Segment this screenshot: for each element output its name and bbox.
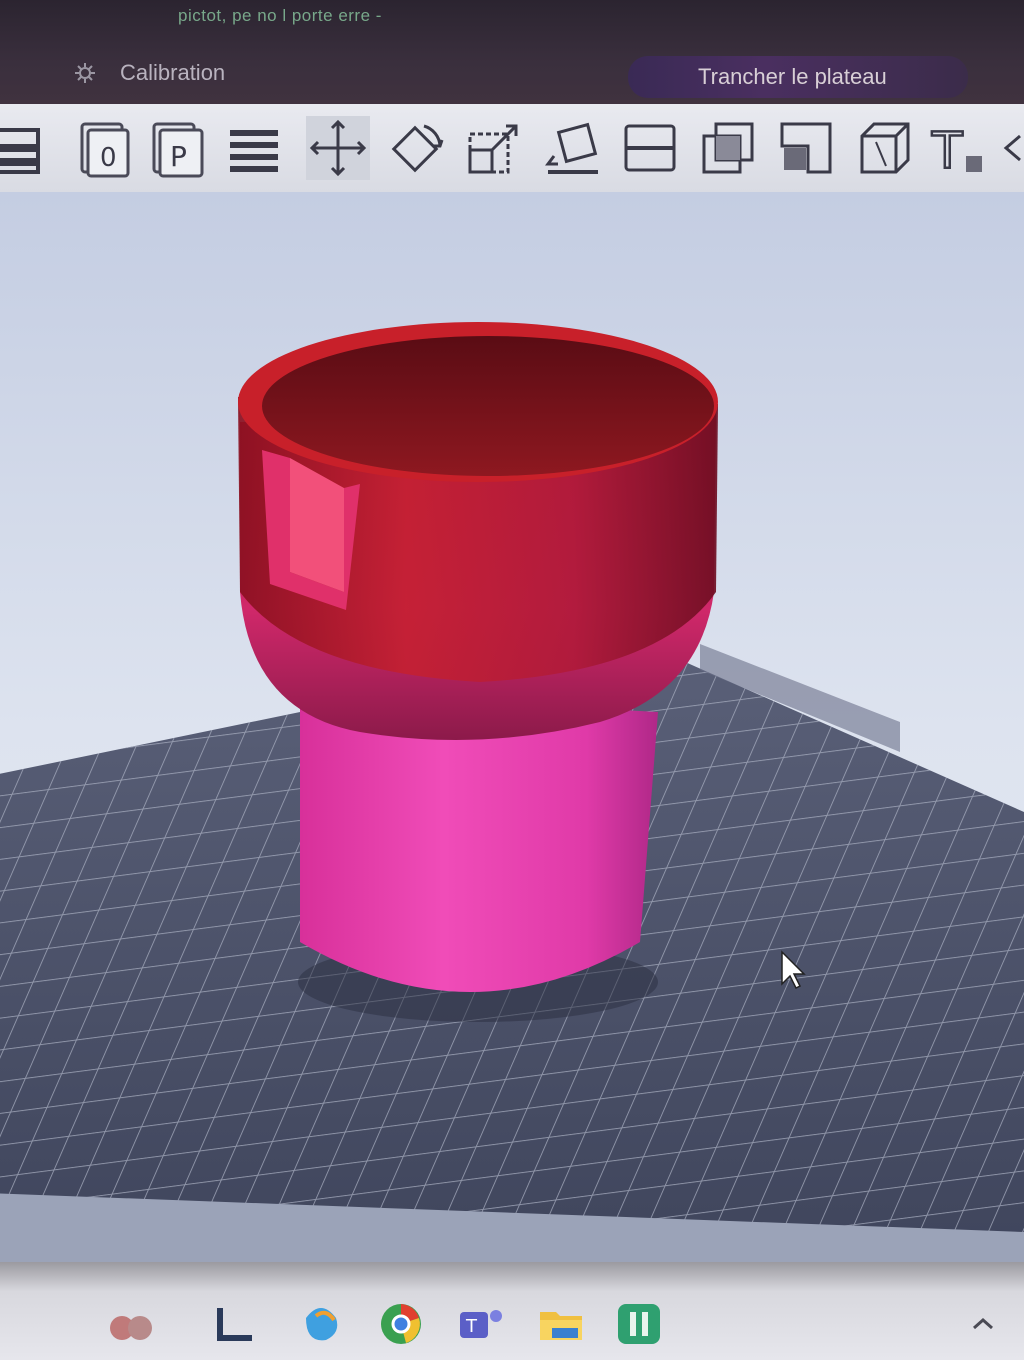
copilot-icon[interactable]: [296, 1298, 346, 1348]
teams-icon[interactable]: T: [456, 1298, 506, 1348]
svg-text:0: 0: [100, 143, 117, 173]
object-list-icon[interactable]: 0: [72, 116, 136, 180]
chevron-up-icon[interactable]: [968, 1298, 998, 1348]
support-paint-icon[interactable]: [774, 116, 838, 180]
scene-canvas: [0, 192, 1024, 1262]
title-bar: pictot, pe no l porte erre - Calibration…: [0, 0, 1024, 104]
window-title: pictot, pe no l porte erre -: [178, 6, 382, 25]
svg-text:P: P: [170, 140, 187, 173]
arrange-icon[interactable]: [0, 116, 54, 180]
slice-plate-button[interactable]: Trancher le plateau: [628, 56, 968, 98]
calibration-tab[interactable]: Calibration: [120, 60, 225, 86]
cut-icon[interactable]: [618, 116, 682, 180]
gear-icon[interactable]: [74, 62, 96, 84]
lay-on-face-icon[interactable]: [540, 116, 604, 180]
svg-text:T: T: [931, 122, 963, 180]
chrome-icon[interactable]: [376, 1298, 426, 1348]
plate-icon[interactable]: P: [146, 116, 210, 180]
widgets-icon[interactable]: [106, 1298, 156, 1348]
text-icon[interactable]: T: [928, 116, 992, 181]
file-explorer-icon[interactable]: [536, 1298, 586, 1348]
more-tools-icon[interactable]: [1000, 116, 1024, 180]
boolean-icon[interactable]: [696, 116, 760, 180]
rotate-icon[interactable]: [384, 116, 448, 180]
seam-paint-icon[interactable]: [852, 116, 916, 180]
scale-icon[interactable]: [462, 116, 526, 180]
green-app-icon[interactable]: [614, 1298, 664, 1348]
svg-text:T: T: [465, 1316, 478, 1337]
move-icon[interactable]: [306, 116, 370, 180]
layers-icon[interactable]: [222, 116, 286, 180]
slice-plate-label: Trancher le plateau: [698, 64, 887, 89]
taskbar: T: [0, 1262, 1024, 1360]
main-toolbar: 0 P T: [0, 104, 1024, 194]
3d-viewport[interactable]: [0, 192, 1024, 1262]
app-l-icon[interactable]: [210, 1298, 260, 1348]
